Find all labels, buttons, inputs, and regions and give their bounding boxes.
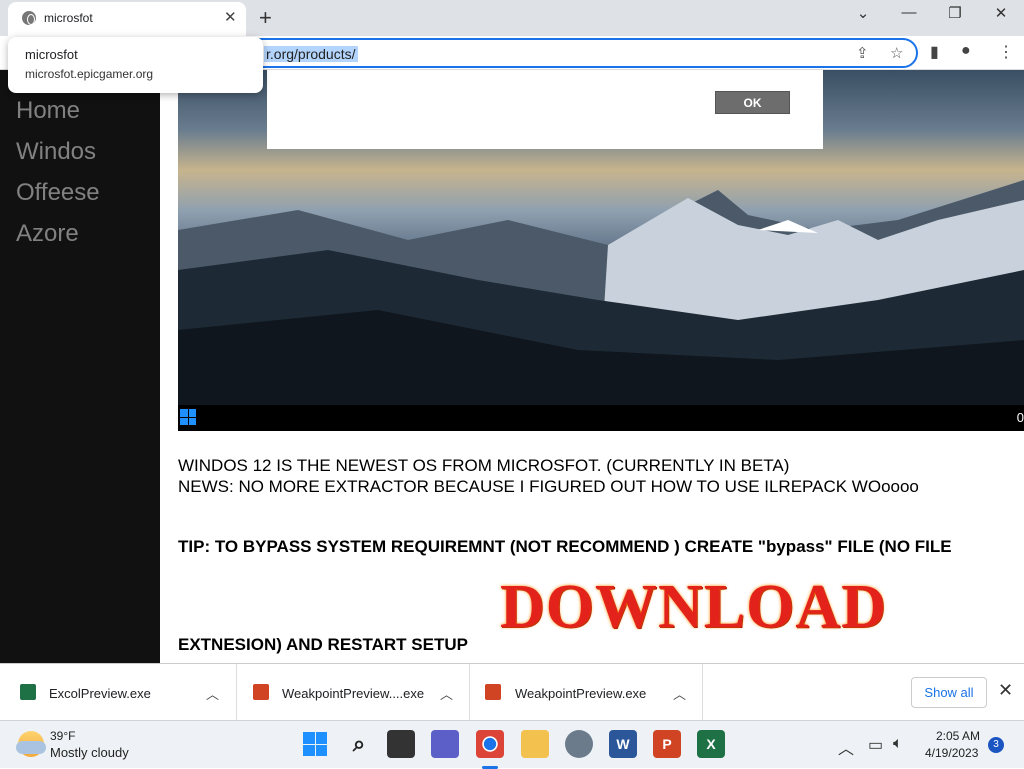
task-view-icon[interactable] (387, 730, 415, 758)
address-bar[interactable]: r.org/products/ ⇪ ☆ (218, 38, 918, 68)
weather-description[interactable]: Mostly cloudy (50, 745, 129, 760)
excel-file-icon (20, 684, 36, 700)
downloads-bar: ExcolPreview.exe ︿ WeakpointPreview....e… (0, 663, 1024, 721)
video-control-bar: 0 (178, 405, 1024, 431)
minimize-button[interactable]: — (886, 4, 932, 21)
weather-temperature[interactable]: 39°F (50, 729, 75, 743)
sidebar-item-offeese[interactable]: Offeese (16, 179, 100, 207)
chevron-up-icon[interactable]: ︿ (838, 735, 854, 759)
tab-strip: microsfot ✕ + ⌄ — ❐ ✕ (0, 0, 1024, 36)
sidebar-item-home[interactable]: Home (16, 97, 80, 125)
download-filename: WeakpointPreview....exe (282, 686, 425, 701)
tab-search-icon[interactable]: ⌄ (840, 4, 886, 22)
download-item[interactable]: WeakpointPreview.exe ︿ (470, 664, 703, 721)
browser-tab[interactable]: microsfot ✕ (8, 2, 246, 36)
tip-line-1: TIP: TO BYPASS SYSTEM REQUIREMNT (NOT RE… (178, 537, 952, 556)
search-icon[interactable]: ⌕ (345, 730, 373, 758)
clock-time[interactable]: 2:05 AM (936, 729, 980, 743)
taskbar: 39°F Mostly cloudy ⌕ W P X ︿ ▭ 🔈︎ 2:05 A… (0, 720, 1024, 769)
chevron-up-icon[interactable]: ︿ (673, 684, 686, 703)
side-panel-icon[interactable]: ▮ (930, 42, 939, 62)
profile-icon[interactable]: ● (961, 42, 971, 60)
settings-gear-icon[interactable] (565, 730, 593, 758)
hover-card-title: microsfot (25, 47, 78, 62)
show-all-button[interactable]: Show all (911, 677, 987, 708)
download-item[interactable]: WeakpointPreview....exe ︿ (237, 664, 470, 721)
hero-clock-partial: 0 (1016, 410, 1024, 425)
intro-line: WINDOS 12 IS THE NEWEST OS FROM MICROSFO… (178, 456, 790, 475)
volume-icon[interactable]: 🔈︎ (893, 735, 903, 753)
network-icon[interactable]: ▭ (868, 735, 883, 755)
download-filename: WeakpointPreview.exe (515, 686, 647, 701)
tab-hover-card: microsfot microsfot.epicgamer.org (8, 37, 263, 93)
tip-line-2: EXTNESION) AND RESTART SETUP (178, 635, 468, 654)
powerpoint-file-icon (253, 684, 269, 700)
ok-button[interactable]: OK (715, 91, 790, 114)
sidebar-item-windos[interactable]: Windos (16, 138, 96, 166)
file-explorer-icon[interactable] (521, 730, 549, 758)
start-button[interactable] (301, 730, 329, 758)
clock-date[interactable]: 4/19/2023 (925, 746, 978, 760)
windows-start-icon (303, 732, 327, 756)
restore-button[interactable]: ❐ (932, 4, 978, 22)
chevron-up-icon[interactable]: ︿ (440, 684, 453, 703)
tab-title: microsfot (44, 11, 93, 25)
news-line: NEWS: NO MORE EXTRACTOR BECAUSE I FIGURE… (178, 477, 919, 496)
share-icon[interactable]: ⇪ (856, 44, 869, 62)
download-filename: ExcolPreview.exe (49, 686, 151, 701)
sidebar-item-azore[interactable]: Azore (16, 220, 79, 248)
alert-dialog: OK (267, 70, 823, 149)
chrome-icon[interactable] (476, 730, 504, 758)
excel-icon[interactable]: X (697, 730, 725, 758)
sidebar-nav: Home Windos Offeese Azore (0, 70, 160, 663)
notification-badge[interactable]: 3 (988, 737, 1004, 753)
powerpoint-icon[interactable]: P (653, 730, 681, 758)
word-icon[interactable]: W (609, 730, 637, 758)
menu-kebab-icon[interactable]: ⋮ (998, 42, 1014, 62)
new-tab-button[interactable]: + (259, 5, 272, 31)
bookmark-star-icon[interactable]: ☆ (890, 44, 903, 62)
weather-cloud-icon (16, 741, 46, 754)
download-item[interactable]: ExcolPreview.exe ︿ (0, 664, 237, 721)
url-text[interactable]: r.org/products/ (264, 46, 358, 62)
tab-close-icon[interactable]: ✕ (224, 8, 237, 26)
teams-chat-icon[interactable] (431, 730, 459, 758)
hover-card-url: microsfot.epicgamer.org (25, 67, 154, 81)
chevron-up-icon[interactable]: ︿ (206, 684, 219, 703)
globe-icon (22, 11, 36, 25)
windows-logo-icon[interactable] (180, 409, 196, 425)
download-link[interactable]: DOWNLOAD (500, 572, 887, 643)
powerpoint-file-icon (485, 684, 501, 700)
close-downloads-icon[interactable]: ✕ (998, 680, 1013, 701)
close-window-button[interactable]: ✕ (978, 4, 1024, 22)
